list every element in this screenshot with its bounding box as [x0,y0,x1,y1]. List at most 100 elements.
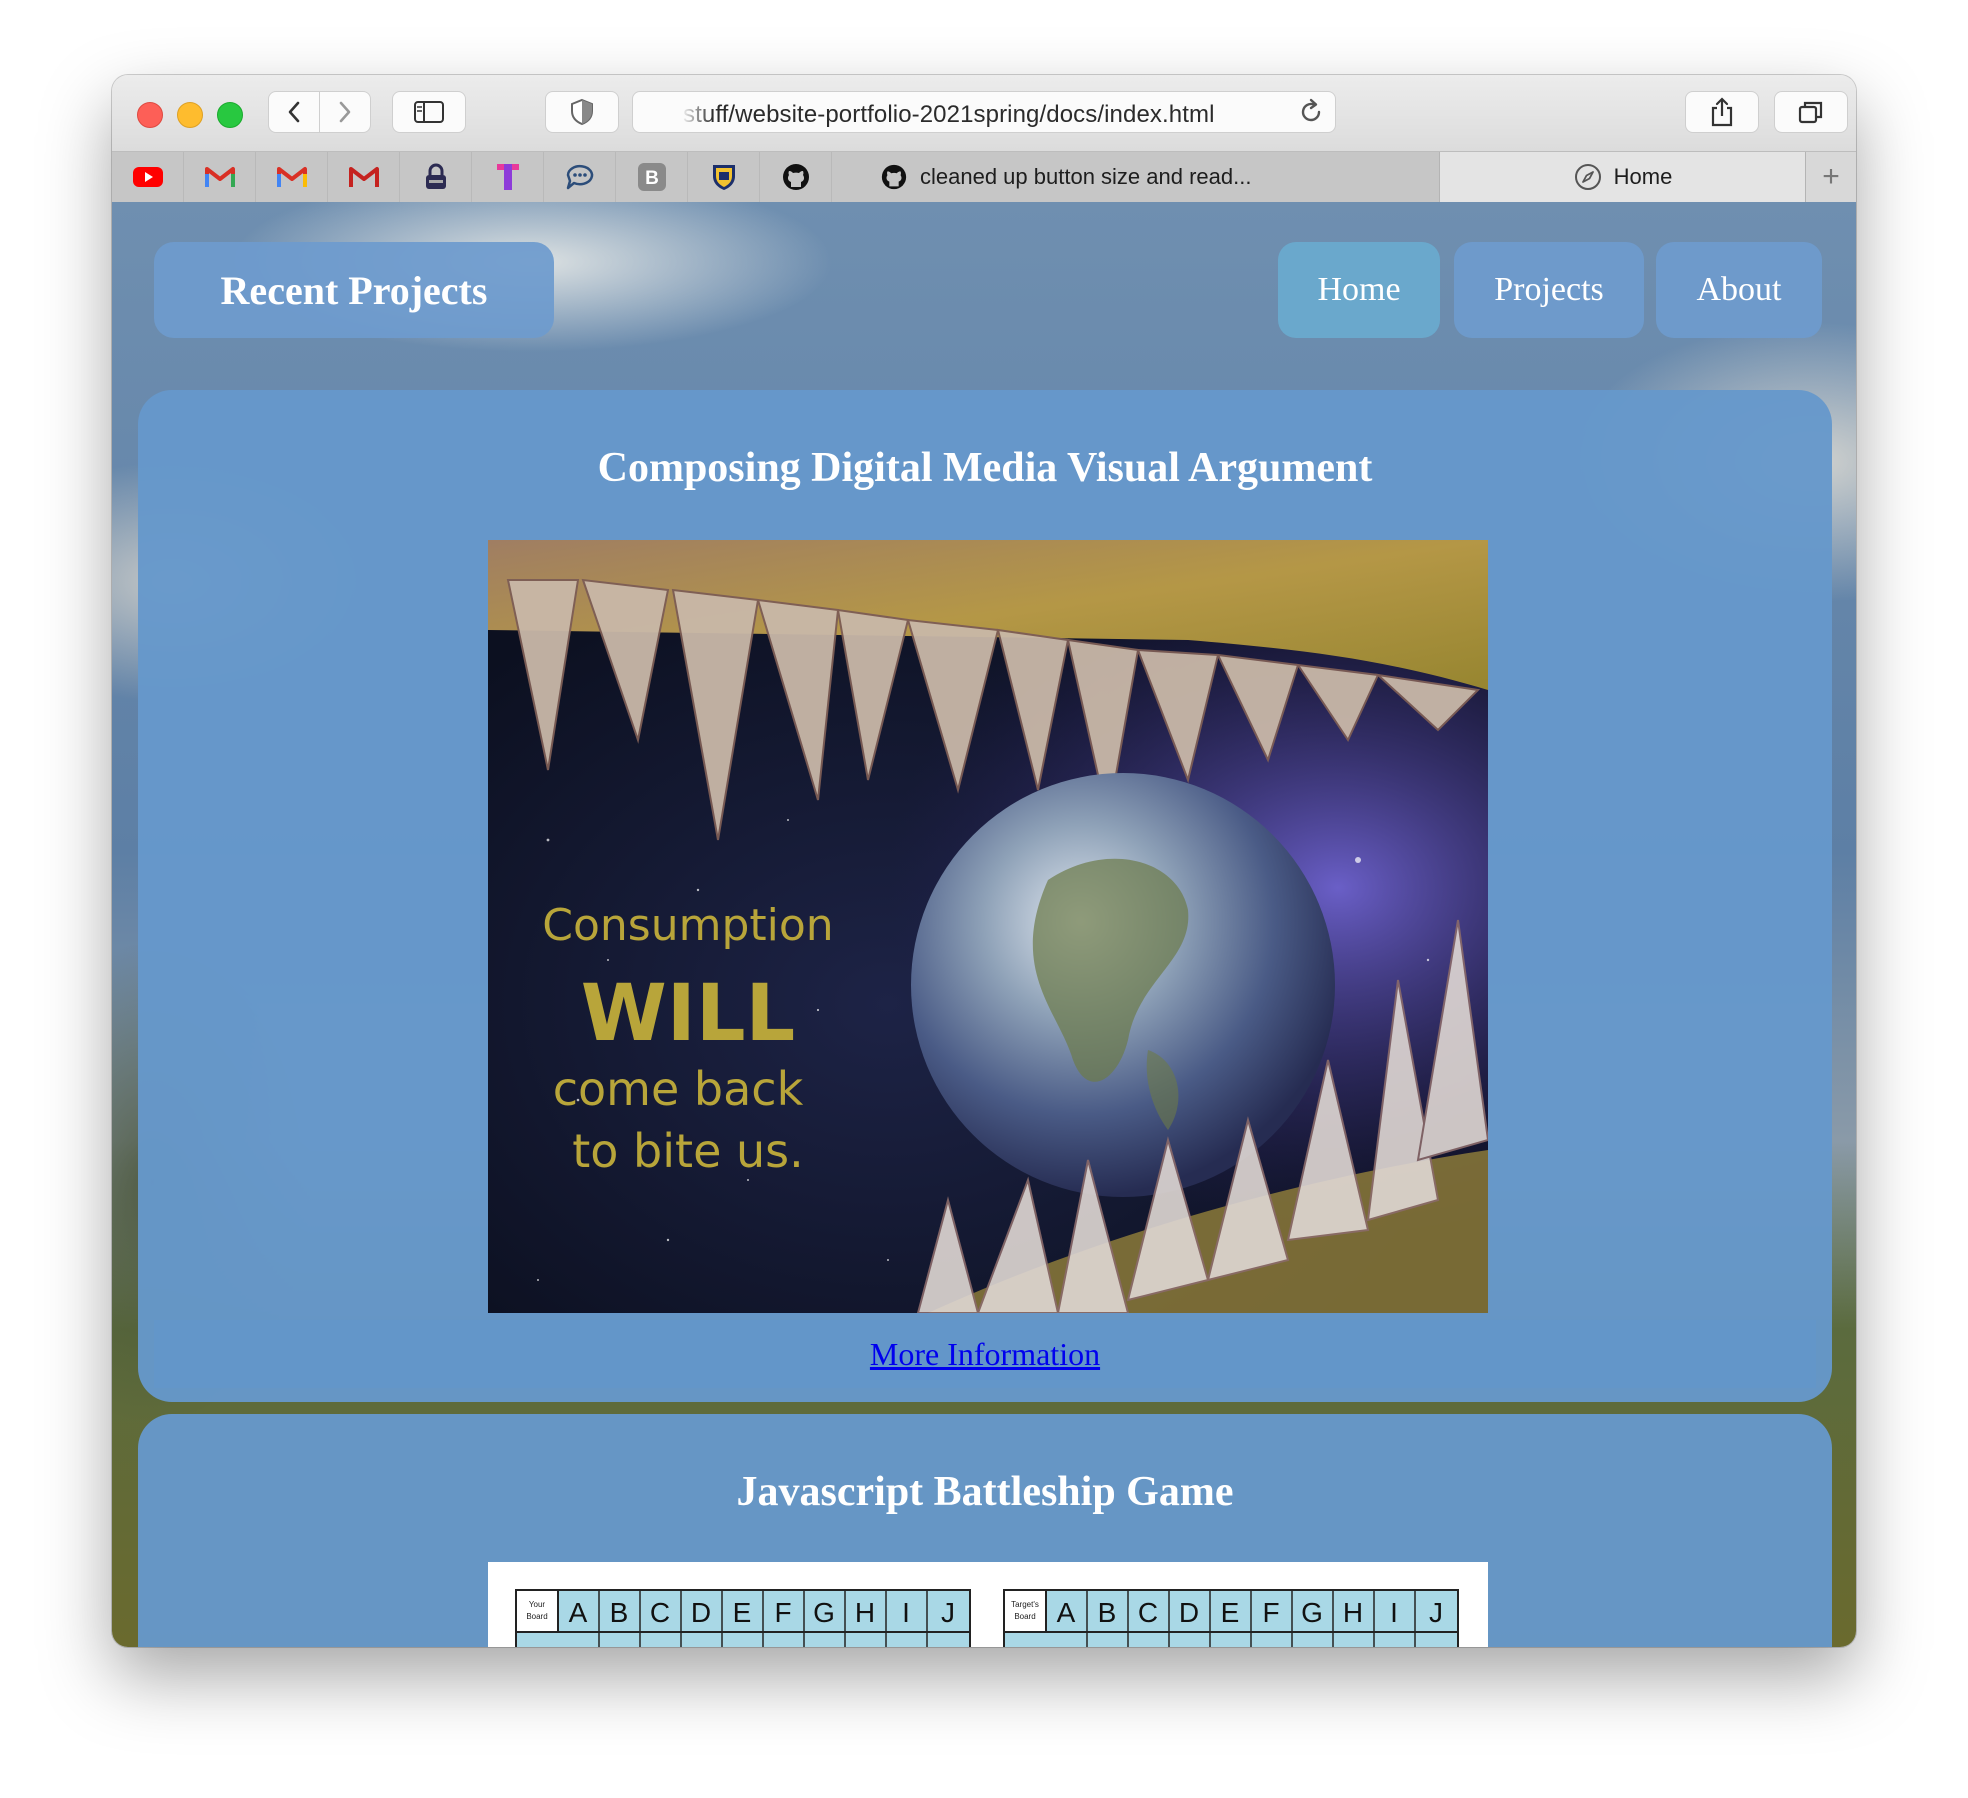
tab-home[interactable]: Home [1440,152,1806,202]
project-card: Javascript Battleship Game Your Board A … [138,1414,1832,1647]
tab-github[interactable]: cleaned up button size and read... [832,152,1440,202]
address-bar[interactable]: stuff/website-portfolio-2021spring/docs/… [632,91,1336,133]
project-image: Consumption WILL come back to bite us. [488,540,1488,1313]
tab-label: Home [1613,164,1673,189]
youtube-icon [132,167,163,187]
site-title: Recent Projects [154,242,554,338]
share-button[interactable] [1685,91,1759,133]
nav-about[interactable]: About [1656,242,1822,338]
svg-text:G: G [1301,1597,1323,1628]
svg-text:I: I [902,1597,910,1628]
svg-text:E: E [1221,1597,1240,1628]
sidebar-toggle-button[interactable] [392,91,466,133]
sidebar-icon [414,101,444,123]
svg-text:C: C [650,1597,670,1628]
page-content: Recent Projects Home Projects About Comp… [112,202,1856,1647]
forward-button[interactable] [319,91,371,133]
favorite-lock[interactable] [400,152,472,202]
svg-text:J: J [941,1597,955,1628]
tab-overview-button[interactable] [1774,91,1848,133]
favorite-crest[interactable] [688,152,760,202]
slogan-line-3: come back [553,1062,804,1116]
gmail-icon [276,167,307,187]
favorite-b-app[interactable]: B [616,152,688,202]
svg-text:B: B [645,168,659,189]
compass-icon [1574,164,1601,190]
more-information-link[interactable]: More Information [870,1336,1100,1373]
compass-tab-icon [1574,163,1602,191]
favorite-github[interactable] [760,152,832,202]
favorite-chat[interactable] [544,152,616,202]
nav-projects[interactable]: Projects [1454,242,1644,338]
gmail-icon [348,167,379,187]
shield-icon [571,98,593,126]
close-window-button[interactable] [137,102,163,128]
svg-text:G: G [813,1597,835,1628]
url-fade [673,94,713,130]
svg-text:H: H [1343,1597,1363,1628]
svg-text:J: J [1429,1597,1443,1628]
chat-icon [566,165,593,190]
visual-argument-artwork: Consumption WILL come back to bite us. [488,540,1488,1313]
target-board: Target's Board ABC DEF G H I J [1003,1589,1459,1647]
github-icon [782,164,809,190]
share-icon [1711,97,1733,127]
svg-text:B: B [610,1597,629,1628]
svg-text:H: H [855,1597,875,1628]
svg-text:Target's: Target's [1011,1600,1039,1609]
reload-button[interactable] [1297,98,1325,131]
svg-text:F: F [774,1597,791,1628]
slogan-line-2: WILL [581,969,795,1059]
minimize-window-button[interactable] [177,102,203,128]
battleship-boards: Your Board ABC DEF G H I J Target's Boar… [515,1589,1459,1647]
reload-icon [1301,98,1321,122]
privacy-report-button[interactable] [545,91,619,133]
zoom-window-button[interactable] [217,102,243,128]
browser-toolbar: stuff/website-portfolio-2021spring/docs/… [112,75,1856,151]
project-title: Composing Digital Media Visual Argument [597,445,1373,491]
chevron-right-icon [339,101,351,123]
your-board: Your Board ABC DEF G H I J [515,1589,971,1647]
svg-text:Your: Your [529,1600,546,1609]
shield-crest-icon [712,165,735,190]
svg-text:A: A [1057,1597,1076,1628]
favorite-gmail-3[interactable] [328,152,400,202]
svg-text:1: 1 [529,1641,545,1647]
favorite-gmail-1[interactable] [184,152,256,202]
favorite-t-app[interactable] [472,152,544,202]
svg-text:D: D [1179,1597,1199,1628]
nav-home[interactable]: Home [1278,242,1440,338]
browser-window: stuff/website-portfolio-2021spring/docs/… [112,75,1856,1647]
more-info-bar: More Information [154,1320,1816,1388]
back-button[interactable] [268,91,320,133]
tabs-overview-icon [1798,101,1823,124]
lock-icon [425,163,446,189]
t-app-icon [496,164,519,190]
svg-text:Board: Board [1014,1612,1035,1621]
tab-bar: B cleaned up button size and read... Hom… [112,151,1856,203]
github-tab-icon [880,163,908,191]
svg-text:A: A [569,1597,588,1628]
svg-text:D: D [691,1597,711,1628]
favorite-gmail-2[interactable] [256,152,328,202]
project-image: Your Board ABC DEF G H I J Target's Boar… [488,1562,1488,1647]
gmail-icon [204,167,235,187]
svg-text:F: F [1262,1597,1279,1628]
b-app-icon: B [637,163,666,191]
svg-text:1: 1 [1017,1641,1033,1647]
svg-text:B: B [1098,1597,1117,1628]
new-tab-button[interactable]: + [1805,152,1856,202]
chevron-left-icon [288,101,300,123]
svg-text:E: E [733,1597,752,1628]
slogan-line-1: Consumption [542,900,833,951]
slogan-line-4: to bite us. [572,1124,803,1178]
url-text: stuff/website-portfolio-2021spring/docs/… [683,101,1215,128]
svg-text:C: C [1138,1597,1158,1628]
project-title: Javascript Battleship Game [736,1469,1234,1515]
svg-text:Board: Board [526,1612,547,1621]
plus-icon: + [1822,160,1840,193]
project-card: Composing Digital Media Visual Argument [138,390,1832,1402]
svg-text:A: A [569,1641,588,1647]
favorite-youtube[interactable] [112,152,184,202]
tab-label: cleaned up button size and read... [920,164,1252,189]
